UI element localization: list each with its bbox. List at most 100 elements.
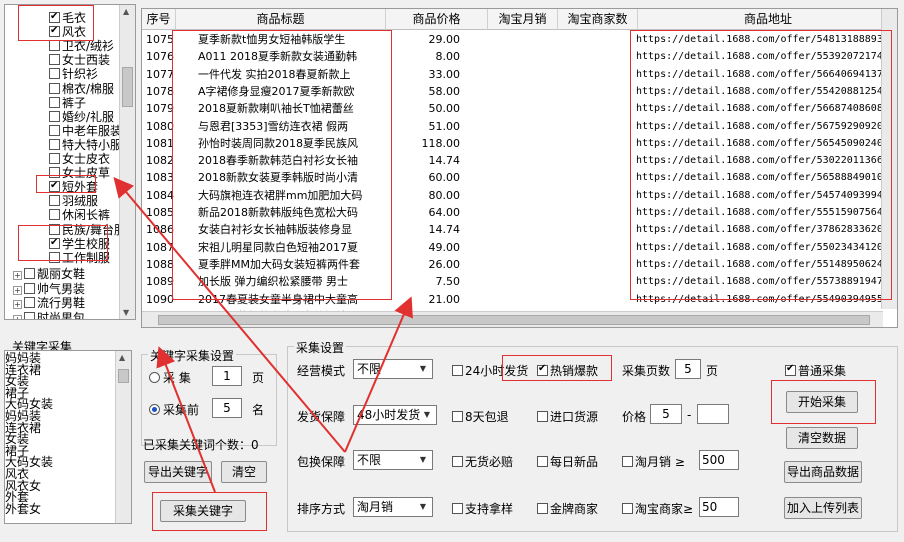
- column-header[interactable]: 商品标题: [176, 9, 386, 30]
- sort-select[interactable]: 淘月销 ▼: [353, 497, 433, 517]
- checkbox-icon[interactable]: [24, 268, 35, 279]
- scroll-up-icon[interactable]: ▲: [123, 7, 129, 16]
- pages-unit: 页: [252, 371, 265, 385]
- category-item[interactable]: 女士皮衣: [49, 152, 110, 166]
- category-item[interactable]: 卫衣/绒衫: [49, 39, 114, 53]
- category-item[interactable]: 羽绒服: [49, 194, 98, 208]
- export-data-button[interactable]: 导出商品数据: [784, 461, 862, 483]
- export-keywords-button[interactable]: 导出关键字: [144, 461, 212, 483]
- taobao-sales-filter[interactable]: 淘月销 ≥: [622, 453, 685, 470]
- category-item[interactable]: 针织衫: [49, 67, 98, 81]
- checkbox-icon[interactable]: [537, 411, 548, 422]
- clear-data-button[interactable]: 清空数据: [786, 427, 858, 449]
- table-cell: [558, 221, 638, 239]
- checkbox-icon[interactable]: [49, 195, 60, 207]
- category-item[interactable]: 婚纱/礼服: [49, 110, 114, 124]
- table-cell: [488, 221, 558, 239]
- checkbox-icon[interactable]: [49, 82, 60, 94]
- column-header[interactable]: 商品价格: [386, 9, 488, 30]
- table-horizontal-scrollbar[interactable]: [142, 311, 883, 327]
- checkbox-icon[interactable]: [622, 503, 633, 514]
- checkbox-icon[interactable]: [452, 503, 463, 514]
- checkbox-icon[interactable]: [537, 456, 548, 467]
- category-group[interactable]: + 帅气男装: [13, 282, 85, 296]
- normal-collect[interactable]: 普通采集: [785, 362, 846, 379]
- checkbox-icon[interactable]: [49, 138, 60, 150]
- highlight-box: [771, 380, 876, 424]
- scroll-up-icon[interactable]: ▲: [119, 353, 125, 362]
- checkbox-icon[interactable]: [452, 365, 463, 376]
- price-max-input[interactable]: [697, 404, 729, 424]
- opt-nofake[interactable]: 无货必赔: [452, 453, 513, 470]
- checkbox-icon[interactable]: [24, 311, 35, 319]
- radio-selected-icon[interactable]: [149, 404, 160, 415]
- checkbox-icon[interactable]: [24, 297, 35, 308]
- checkbox-icon[interactable]: [49, 54, 60, 66]
- radio-collect-pages[interactable]: 采 集: [149, 369, 191, 386]
- tree-scrollbar[interactable]: ▲ ▼: [119, 5, 135, 319]
- mode-select[interactable]: 不限 ▼: [353, 359, 433, 379]
- opt-daily[interactable]: 每日新品: [537, 453, 598, 470]
- expand-icon[interactable]: +: [13, 314, 22, 319]
- category-group[interactable]: + 时尚男包: [13, 311, 85, 319]
- clear-keywords-button[interactable]: 清空: [221, 461, 267, 483]
- taobao-shops-filter[interactable]: 淘宝商家≥: [622, 500, 693, 517]
- radio-collect-top[interactable]: 采集前: [149, 401, 199, 418]
- table-cell: [558, 169, 638, 187]
- opt-sample[interactable]: 支持拿样: [452, 500, 513, 517]
- scroll-down-icon[interactable]: ▼: [123, 308, 129, 317]
- collect-top-input[interactable]: 5: [212, 398, 242, 418]
- checkbox-icon[interactable]: [49, 40, 60, 52]
- keyword-item[interactable]: 外套女: [5, 502, 41, 516]
- pages-input[interactable]: 5: [675, 359, 701, 379]
- expand-icon[interactable]: +: [13, 271, 22, 280]
- category-item[interactable]: 特大特小服: [49, 138, 122, 152]
- category-item[interactable]: 裤子: [49, 96, 86, 110]
- upload-list-button[interactable]: 加入上传列表: [784, 497, 862, 519]
- checkbox-icon[interactable]: [49, 153, 60, 164]
- category-item[interactable]: 休闲长裤: [49, 208, 110, 222]
- category-item[interactable]: 中老年服装: [49, 124, 122, 138]
- scrollbar-thumb[interactable]: [158, 315, 870, 325]
- expand-icon[interactable]: +: [13, 300, 22, 309]
- checkbox-icon[interactable]: [49, 209, 60, 221]
- checkbox-icon[interactable]: [452, 411, 463, 422]
- checkbox-checked-icon[interactable]: [785, 363, 796, 376]
- ship-select[interactable]: 48小时发货 ▼: [353, 405, 437, 425]
- taobao-sales-input[interactable]: 500: [699, 450, 739, 470]
- opt-gold[interactable]: 金牌商家: [537, 500, 598, 517]
- swap-select[interactable]: 不限 ▼: [353, 450, 433, 470]
- scrollbar-thumb[interactable]: [122, 67, 133, 107]
- checkbox-icon[interactable]: [24, 282, 35, 294]
- keyword-list[interactable]: 妈妈装 连衣裙 女装 裙子 大码女装 妈妈装 连衣裙 女装 裙子 大码女装 风衣 风衣女 外套 外套女 ▲: [4, 350, 132, 524]
- column-header[interactable]: 淘宝月销: [488, 9, 558, 30]
- checkbox-icon[interactable]: [622, 456, 633, 467]
- keyword-scrollbar[interactable]: ▲: [115, 351, 131, 523]
- category-group[interactable]: + 流行男鞋: [13, 296, 85, 310]
- checkbox-icon[interactable]: [49, 96, 60, 108]
- table-cell: [558, 48, 638, 66]
- column-header[interactable]: 淘宝商家数: [558, 9, 638, 30]
- expand-icon[interactable]: +: [13, 285, 22, 295]
- taobao-shops-input[interactable]: 50: [699, 497, 739, 517]
- price-min-input[interactable]: 5: [650, 404, 682, 424]
- table-cell: 51.00: [428, 119, 461, 133]
- radio-icon[interactable]: [149, 372, 160, 383]
- column-header[interactable]: 商品地址: [638, 9, 897, 30]
- checkbox-icon[interactable]: [452, 456, 463, 467]
- column-header[interactable]: 序号: [142, 9, 176, 30]
- checkbox-icon[interactable]: [49, 110, 60, 122]
- table-cell: [488, 135, 558, 153]
- checkbox-icon[interactable]: [49, 124, 60, 136]
- checkbox-icon[interactable]: [49, 68, 60, 80]
- category-group[interactable]: + 靓丽女鞋: [13, 267, 85, 281]
- opt-import[interactable]: 进口货源: [537, 408, 598, 425]
- table-cell: 50.00: [428, 102, 461, 116]
- collect-pages-input[interactable]: 1: [212, 366, 242, 386]
- scrollbar-thumb[interactable]: [118, 369, 129, 383]
- opt-8day[interactable]: 8天包退: [452, 408, 509, 425]
- category-item[interactable]: 女士西装: [49, 53, 110, 67]
- checkbox-icon[interactable]: [537, 503, 548, 514]
- category-item[interactable]: 棉衣/棉服: [49, 82, 114, 96]
- category-tree[interactable]: 毛衣风衣卫衣/绒衫女士西装针织衫棉衣/棉服裤子婚纱/礼服中老年服装特大特小服女士…: [4, 4, 136, 320]
